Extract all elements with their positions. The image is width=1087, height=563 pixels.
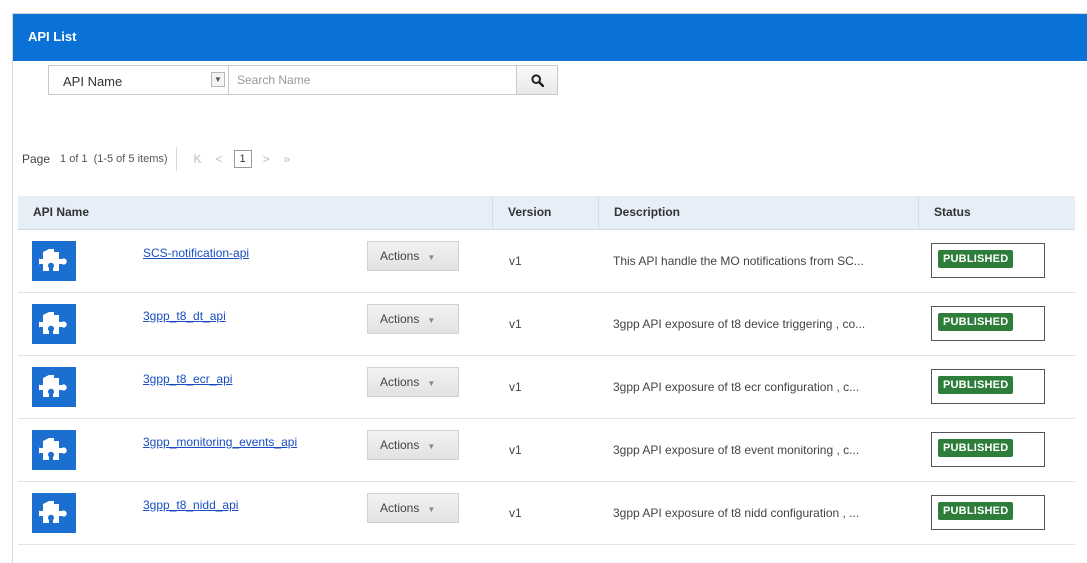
api-name-cell: 3gpp_t8_nidd_api Actions ▼ (18, 482, 492, 544)
status-box: PUBLISHED (931, 243, 1045, 278)
actions-button[interactable]: Actions ▼ (367, 493, 459, 523)
actions-label: Actions (380, 249, 420, 263)
page-title: API List (28, 29, 77, 44)
api-name-cell: 3gpp_t8_dt_api Actions ▼ (18, 293, 492, 355)
search-button[interactable] (517, 65, 558, 95)
items-count: (1-5 of 5 items) (93, 153, 168, 165)
version-cell: v1 (509, 254, 522, 268)
actions-button[interactable]: Actions ▼ (367, 304, 459, 334)
table-row: 3gpp_monitoring_events_api Actions ▼ v1 3… (18, 419, 1075, 482)
table-row: 3gpp_t8_dt_api Actions ▼ v1 3gpp API expo… (18, 293, 1075, 356)
col-status[interactable]: Status (918, 196, 1075, 229)
status-badge: PUBLISHED (938, 313, 1014, 331)
pagination: Page 1 of 1 (1-5 of 5 items) K < 1 > » (22, 145, 297, 173)
status-box: PUBLISHED (931, 306, 1045, 341)
status-badge: PUBLISHED (938, 250, 1014, 268)
table-row: 3gpp_t8_ecr_api Actions ▼ v1 3gpp API exp… (18, 356, 1075, 419)
api-name-link[interactable]: 3gpp_t8_dt_api (143, 309, 226, 323)
chevron-down-icon: ▼ (427, 442, 436, 451)
col-api-name[interactable]: API Name (18, 196, 492, 229)
status-box: PUBLISHED (931, 369, 1045, 404)
puzzle-icon (32, 241, 76, 281)
description-cell: 3gpp API exposure of t8 event monitoring… (613, 443, 860, 457)
status-cell: PUBLISHED (918, 230, 1075, 292)
search-bar: API Name ▼ (48, 65, 558, 97)
api-table: API Name Version Description Status SCS-… (18, 196, 1075, 545)
version-cell: v1 (509, 317, 522, 331)
col-description[interactable]: Description (598, 196, 918, 229)
status-box: PUBLISHED (931, 432, 1045, 467)
actions-button[interactable]: Actions ▼ (367, 430, 459, 460)
actions-label: Actions (380, 501, 420, 515)
chevron-down-icon: ▼ (427, 316, 436, 325)
status-badge: PUBLISHED (938, 376, 1014, 394)
actions-label: Actions (380, 375, 420, 389)
table-row: 3gpp_t8_nidd_api Actions ▼ v1 3gpp API ex… (18, 482, 1075, 545)
status-cell: PUBLISHED (918, 419, 1075, 481)
chevron-down-icon: ▼ (427, 253, 436, 262)
current-page[interactable]: 1 (233, 150, 252, 168)
magnifier-icon (530, 73, 544, 87)
puzzle-icon (32, 493, 76, 533)
puzzle-icon (32, 304, 76, 344)
prev-page-button[interactable]: < (216, 152, 223, 166)
table-row: SCS-notification-api Actions ▼ v1 This AP… (18, 230, 1075, 293)
actions-label: Actions (380, 438, 420, 452)
col-version[interactable]: Version (492, 196, 598, 229)
actions-label: Actions (380, 312, 420, 326)
page-of: 1 of 1 (60, 153, 88, 165)
description-cell: 3gpp API exposure of t8 ecr configuratio… (613, 380, 860, 394)
version-cell: v1 (509, 380, 522, 394)
status-cell: PUBLISHED (918, 482, 1075, 544)
chevron-down-icon: ▼ (427, 505, 436, 514)
last-page-button[interactable]: » (284, 152, 291, 166)
table-header: API Name Version Description Status (18, 196, 1075, 230)
status-box: PUBLISHED (931, 495, 1045, 530)
pager-divider (175, 147, 177, 171)
api-name-cell: 3gpp_monitoring_events_api Actions ▼ (18, 419, 492, 481)
status-badge: PUBLISHED (938, 502, 1014, 520)
status-badge: PUBLISHED (938, 439, 1014, 457)
page-label: Page (22, 152, 51, 166)
table-body: SCS-notification-api Actions ▼ v1 This AP… (18, 230, 1075, 545)
chevron-down-icon[interactable]: ▼ (211, 72, 225, 87)
puzzle-icon (32, 430, 76, 470)
panel-header: API List (13, 14, 1087, 61)
actions-button[interactable]: Actions ▼ (367, 367, 459, 397)
status-cell: PUBLISHED (918, 356, 1075, 418)
api-name-link[interactable]: 3gpp_t8_ecr_api (143, 372, 232, 386)
status-cell: PUBLISHED (918, 293, 1075, 355)
version-cell: v1 (509, 506, 522, 520)
puzzle-icon (32, 367, 76, 407)
api-name-link[interactable]: 3gpp_monitoring_events_api (143, 435, 297, 449)
chevron-down-icon: ▼ (427, 379, 436, 388)
description-cell: 3gpp API exposure of t8 nidd configurati… (613, 506, 860, 520)
next-page-button[interactable]: > (263, 152, 270, 166)
search-field-select[interactable]: API Name ▼ (48, 65, 229, 95)
version-cell: v1 (509, 443, 522, 457)
search-input[interactable] (229, 65, 517, 95)
first-page-button[interactable]: K (194, 152, 202, 166)
actions-button[interactable]: Actions ▼ (367, 241, 459, 271)
search-field-value: API Name (63, 74, 123, 89)
description-cell: 3gpp API exposure of t8 device triggerin… (613, 317, 866, 331)
api-name-cell: 3gpp_t8_ecr_api Actions ▼ (18, 356, 492, 418)
description-cell: This API handle the MO notifications fro… (613, 254, 864, 268)
api-name-cell: SCS-notification-api Actions ▼ (18, 230, 492, 292)
api-name-link[interactable]: 3gpp_t8_nidd_api (143, 498, 238, 512)
api-name-link[interactable]: SCS-notification-api (143, 246, 249, 260)
